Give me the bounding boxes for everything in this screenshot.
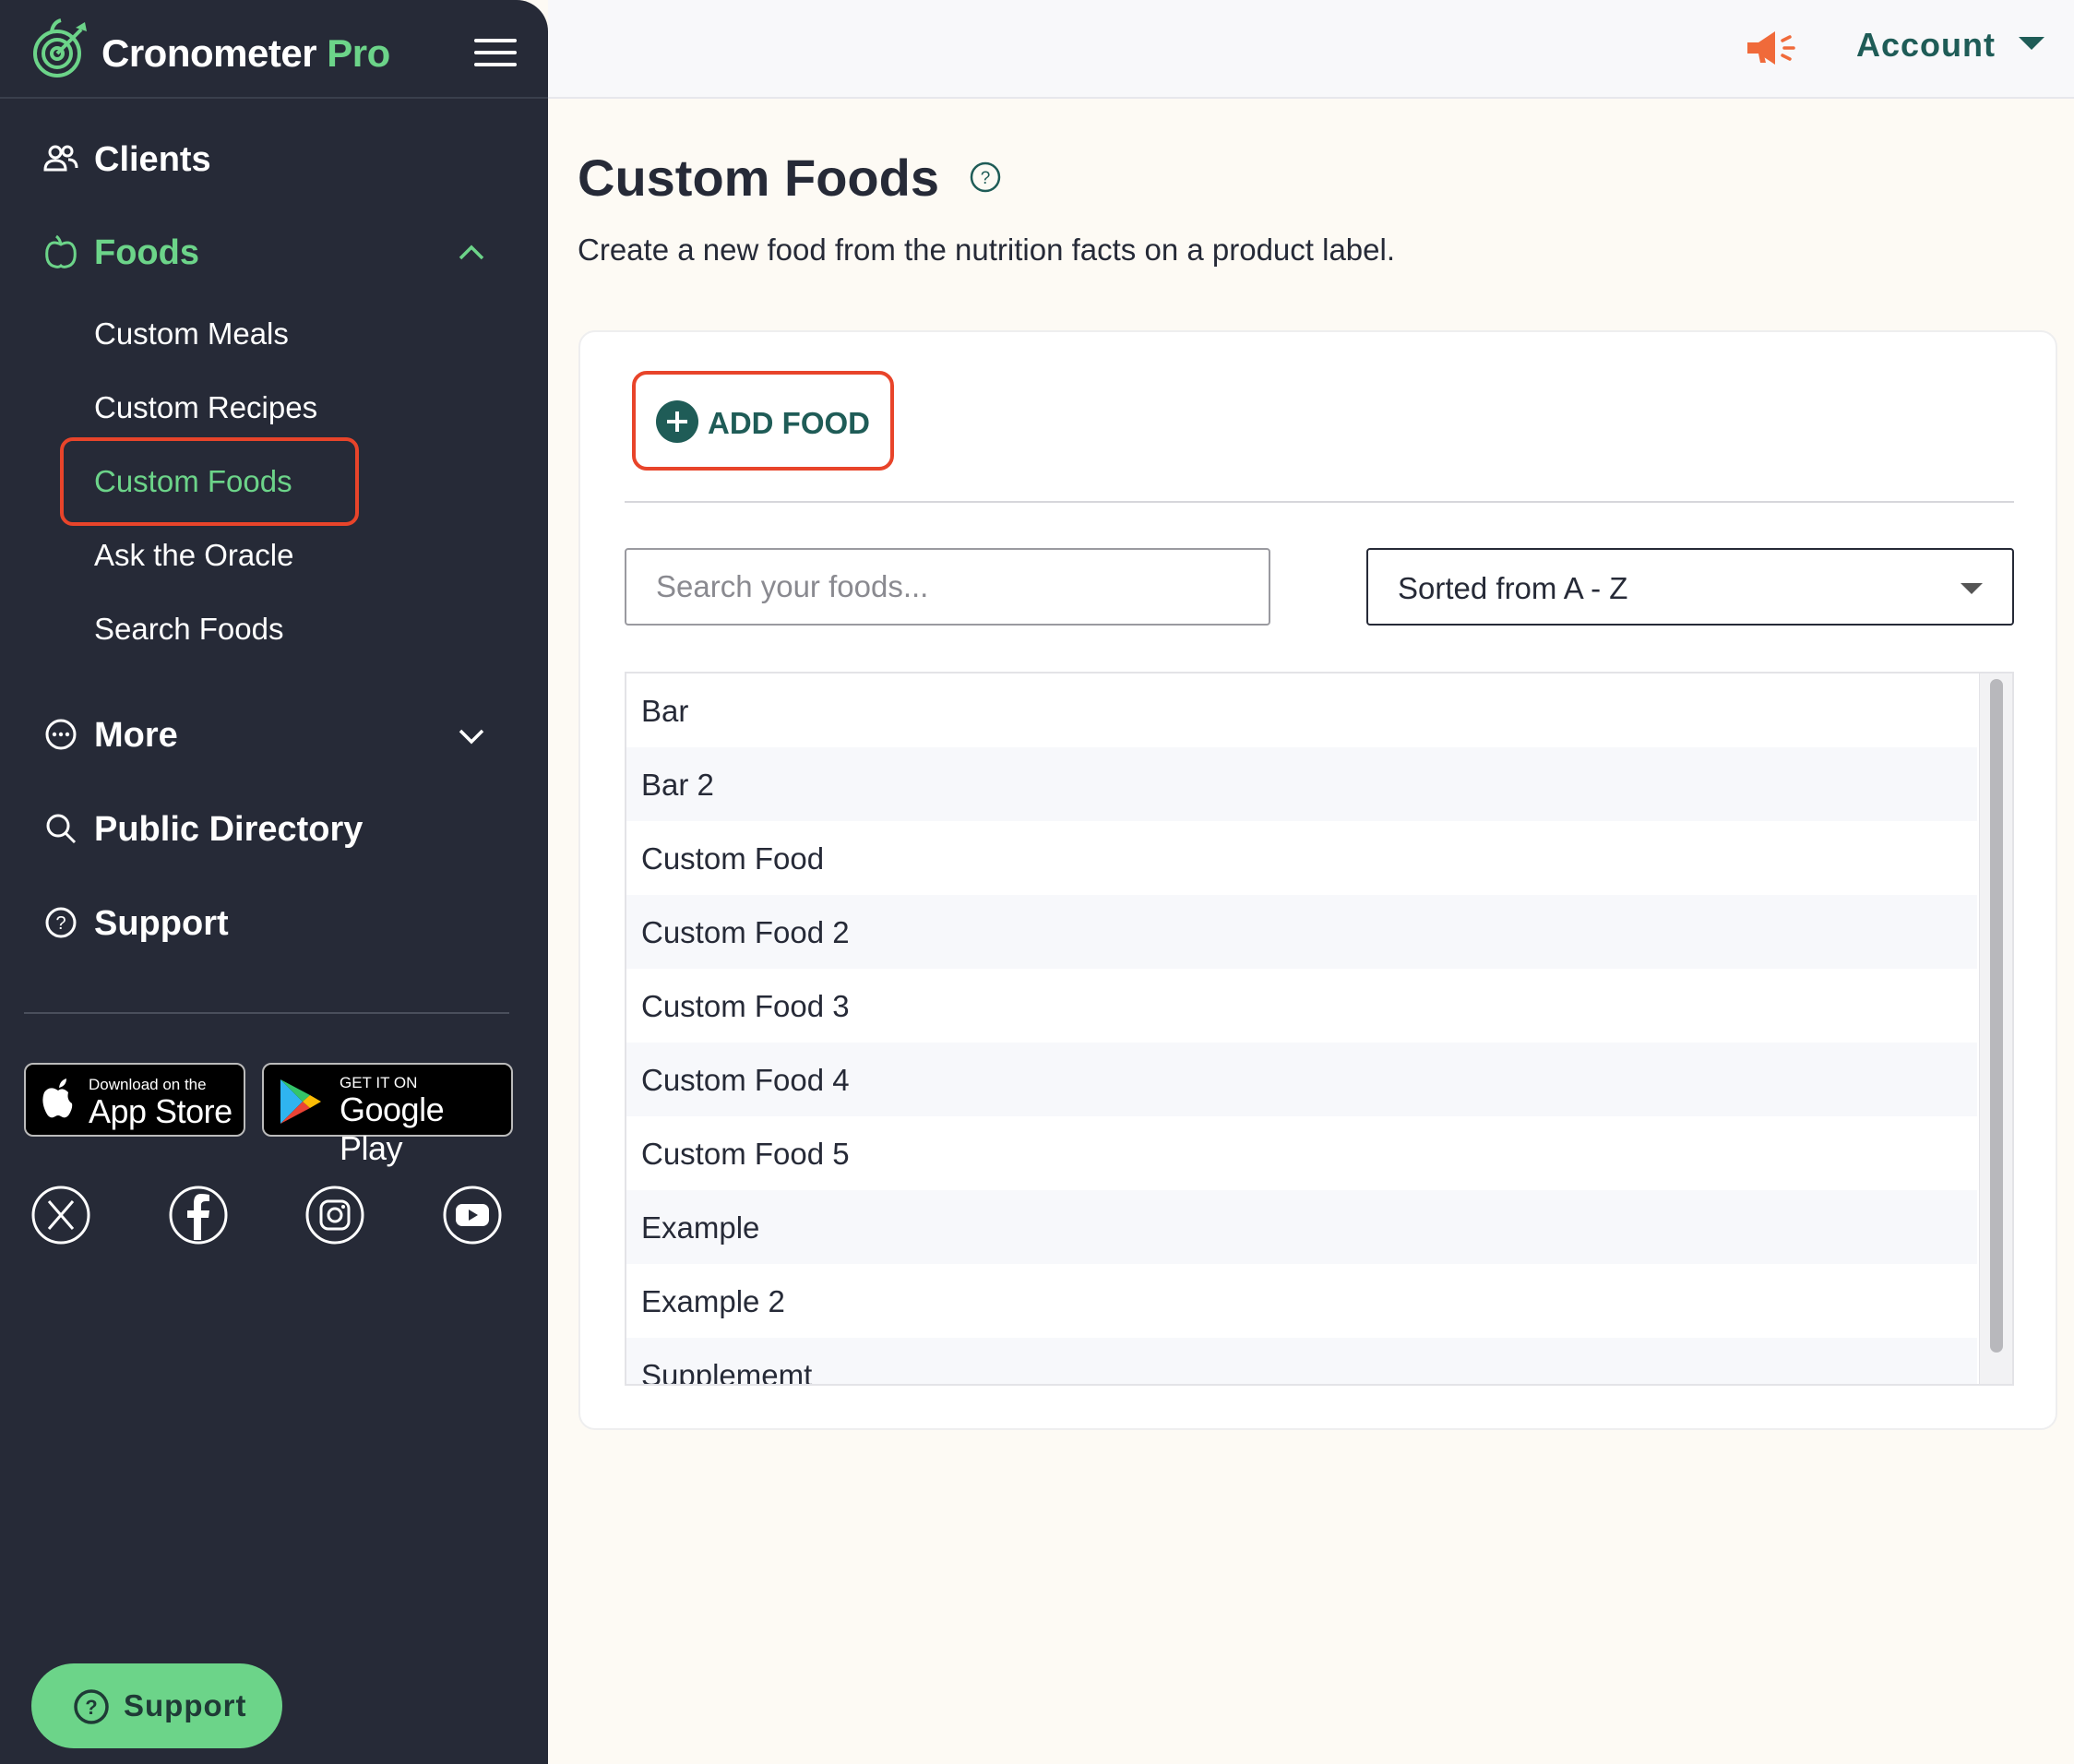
list-item[interactable]: Example 2 xyxy=(626,1264,1977,1338)
list-item[interactable]: Custom Food 3 xyxy=(626,969,1977,1043)
sidebar-item-custom-foods[interactable]: Custom Foods xyxy=(94,464,292,499)
nav-more-label: More xyxy=(94,716,178,755)
nav-foods-label: Foods xyxy=(94,233,199,272)
sidebar-item-custom-meals[interactable]: Custom Meals xyxy=(94,316,289,352)
more-dots-icon xyxy=(45,719,77,750)
google-play-big-text: Google Play xyxy=(340,1091,445,1167)
nav-support-label: Support xyxy=(94,904,229,943)
floating-support-label: Support xyxy=(124,1688,247,1722)
caret-down-icon xyxy=(2019,37,2044,50)
help-circle-icon: ? xyxy=(45,907,77,938)
sidebar-divider xyxy=(24,1012,509,1014)
add-food-button[interactable]: ADD FOOD xyxy=(632,371,894,471)
apple-icon xyxy=(45,234,77,268)
list-item[interactable]: Custom Food 2 xyxy=(626,895,1977,969)
google-play-logo-icon xyxy=(280,1079,321,1124)
chevron-down-icon[interactable] xyxy=(456,720,487,751)
list-item[interactable]: Custom Food 5 xyxy=(626,1116,1977,1190)
plus-circle-icon xyxy=(656,400,698,443)
caret-down-icon xyxy=(1961,583,1983,594)
nav-more[interactable]: More xyxy=(0,697,548,771)
google-play-small-text: GET IT ON xyxy=(340,1074,418,1091)
instagram-icon[interactable] xyxy=(304,1185,365,1246)
card-divider xyxy=(625,501,2014,503)
facebook-icon[interactable] xyxy=(168,1185,229,1246)
nav-public-directory[interactable]: Public Directory xyxy=(0,792,548,865)
list-item[interactable]: Custom Food xyxy=(626,821,1977,895)
foods-list: Bar Bar 2 Custom Food Custom Food 2 Cust… xyxy=(625,672,2014,1386)
google-play-badge[interactable]: GET IT ON Google Play xyxy=(262,1063,513,1167)
top-bar: Account xyxy=(548,0,2074,99)
add-food-label: ADD FOOD xyxy=(708,406,870,440)
search-foods-input[interactable] xyxy=(625,548,1270,626)
help-circle-icon[interactable]: ? xyxy=(969,161,1002,194)
page-title: Custom Foods xyxy=(578,149,939,207)
apple-logo-icon xyxy=(42,1079,73,1118)
nav-clients[interactable]: Clients xyxy=(0,122,548,196)
youtube-icon[interactable] xyxy=(442,1185,503,1246)
svg-text:?: ? xyxy=(981,169,991,188)
megaphone-icon[interactable] xyxy=(1744,26,1797,70)
hamburger-menu-icon[interactable] xyxy=(474,39,517,68)
sidebar-item-custom-recipes[interactable]: Custom Recipes xyxy=(94,390,317,425)
page-subtitle: Create a new food from the nutrition fac… xyxy=(578,232,1396,267)
cronometer-logo-icon xyxy=(33,18,87,77)
nav-foods[interactable]: Foods xyxy=(0,215,548,289)
custom-foods-card: ADD FOOD Sorted from A - Z Bar Bar 2 Cus… xyxy=(578,330,2057,1430)
nav-support[interactable]: ? Support xyxy=(0,886,548,959)
svg-text:?: ? xyxy=(85,1696,97,1719)
brand-header: Cronometer Pro xyxy=(0,0,548,99)
search-icon xyxy=(46,814,77,844)
list-item[interactable]: Supplememt xyxy=(626,1338,1977,1384)
sort-select-value: Sorted from A - Z xyxy=(1398,571,1628,605)
nav-public-directory-label: Public Directory xyxy=(94,810,364,849)
sidebar-item-search-foods[interactable]: Search Foods xyxy=(94,612,283,647)
help-circle-icon: ? xyxy=(74,1689,109,1724)
app-store-big-text: App Store xyxy=(89,1092,232,1130)
scrollbar-thumb[interactable] xyxy=(1990,679,2003,1353)
account-label: Account xyxy=(1856,26,1996,64)
users-icon xyxy=(43,145,78,172)
chevron-up-icon[interactable] xyxy=(456,237,487,268)
brand-suffix: Pro xyxy=(327,31,390,75)
app-store-small-text: Download on the xyxy=(89,1076,207,1093)
sidebar-item-ask-the-oracle[interactable]: Ask the Oracle xyxy=(94,538,293,573)
list-item[interactable]: Bar xyxy=(626,673,1977,747)
sidebar: Cronometer Pro Clients Foods Custom Meal… xyxy=(0,0,548,1764)
brand-name: Cronometer Pro xyxy=(101,31,390,75)
x-icon[interactable] xyxy=(30,1185,91,1246)
nav-clients-label: Clients xyxy=(94,140,211,179)
svg-text:?: ? xyxy=(55,913,66,934)
account-menu[interactable]: Account xyxy=(1856,26,2044,65)
floating-support-button[interactable]: ? Support xyxy=(31,1663,282,1748)
app-store-badge[interactable]: Download on the App Store xyxy=(24,1063,245,1137)
sort-select[interactable]: Sorted from A - Z xyxy=(1366,548,2014,626)
list-item[interactable]: Bar 2 xyxy=(626,747,1977,821)
list-item[interactable]: Custom Food 4 xyxy=(626,1043,1977,1116)
list-scrollbar[interactable] xyxy=(1979,673,2012,1384)
list-item[interactable]: Example xyxy=(626,1190,1977,1264)
